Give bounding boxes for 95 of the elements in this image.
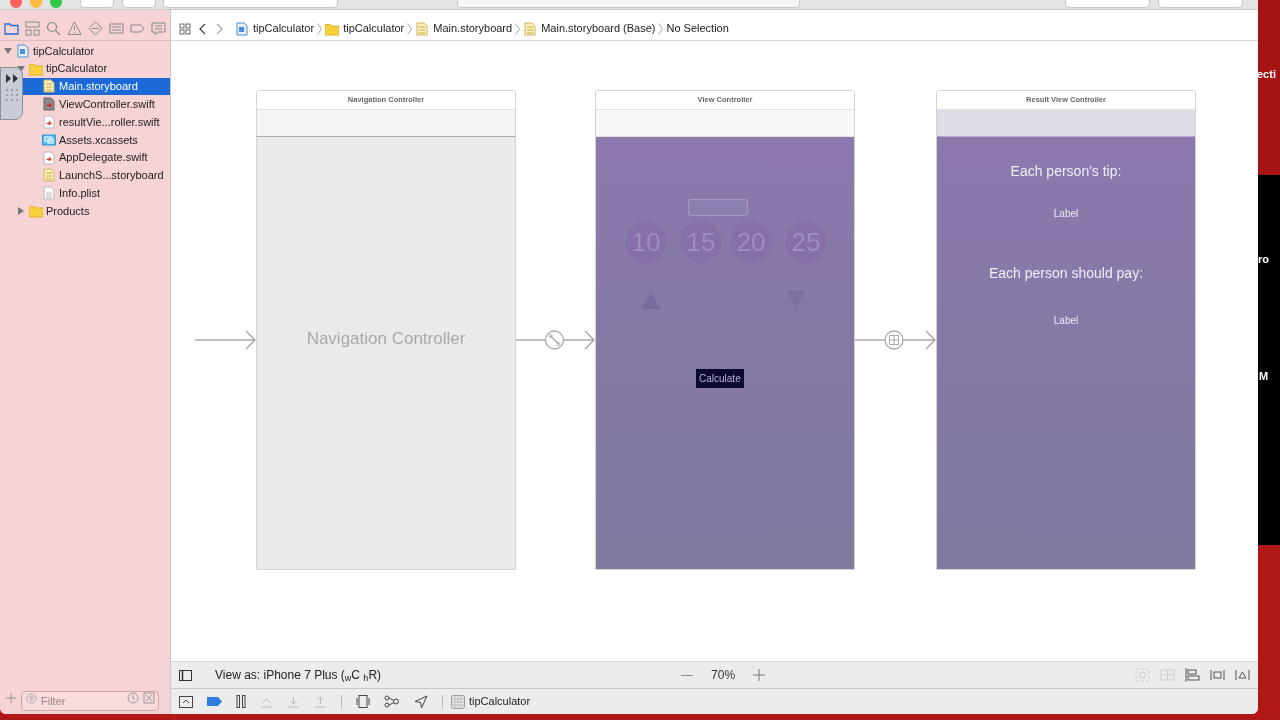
desktop-text: ro [1258,252,1270,267]
app-icon [451,694,465,709]
jump-bar-item[interactable]: Main.storyboard [415,20,513,37]
update-frames-icon[interactable] [1135,668,1150,682]
file-name: AppDelegate.swift [59,150,148,166]
filter-icon [26,692,37,704]
step-over-icon[interactable] [260,695,273,708]
value-label: Label [1053,314,1079,328]
entry-arrow[interactable] [195,329,256,351]
view-as-label[interactable]: View as: iPhone 7 Plus ($_{w}$C $_{h}$R) [215,666,382,684]
value-label: Label [1053,207,1079,221]
file-name: tipCalculator [33,43,95,59]
floating-tools-menu[interactable] [0,67,23,120]
zoom-in-icon[interactable] [753,669,766,681]
project-icon [16,43,30,58]
project-icon [235,21,249,36]
placeholder-text: Navigation Controller [306,328,466,351]
heading-label: Each person should pay: [988,264,1144,283]
resolve-icon[interactable] [1235,668,1250,682]
folder-tab-icon[interactable] [4,21,19,36]
heading-label: Each person's tip: [1010,162,1122,181]
file-name: LaunchS...storyboard [59,168,164,184]
file-tree-row[interactable]: tipCalculator [0,59,170,78]
test-tab-icon[interactable] [88,21,103,36]
file-tree-row[interactable]: AppDelegate.swift [0,148,170,167]
jump-bar-item[interactable]: Main.storyboard (Base) [523,20,656,37]
folder-icon [325,21,340,36]
folder-icon [29,61,43,76]
desktop-text: M [1259,368,1270,384]
related-items-icon[interactable] [179,22,191,35]
storyboard-file-icon [42,168,56,183]
file-name: Products [46,203,90,219]
chevron-icon [317,22,323,35]
breakpoint-icon[interactable] [207,697,222,706]
chevron-icon [407,22,413,35]
file-tree-row[interactable]: Info.plist [0,184,170,203]
pause-icon[interactable] [236,695,246,708]
breakpoint-tab-icon[interactable] [130,21,145,36]
pin-icon[interactable] [1210,668,1225,682]
align-icon[interactable] [1185,668,1200,682]
step-into-icon[interactable] [287,695,300,708]
debug-target-label[interactable]: tipCalculator [469,693,531,710]
swift-file-icon [42,150,56,165]
disclosure-triangle-icon[interactable] [17,207,25,216]
chevron-icon [658,22,664,35]
report-tab-icon[interactable] [151,21,166,36]
hide-debug-icon[interactable] [179,695,193,708]
outline-toggle-icon[interactable] [179,669,192,681]
file-tree-row[interactable]: ViewController.swift [0,95,170,114]
search-icon[interactable] [46,21,61,36]
file-name: resultVie...roller.swift [59,114,160,130]
debug-tab-icon[interactable] [109,21,124,36]
file-name: Assets.xcassets [59,132,138,148]
jump-bar-item[interactable]: tipCalculator [235,20,315,37]
location-icon[interactable] [414,694,428,709]
file-name: Info.plist [59,186,100,201]
swift-file-icon [42,115,56,130]
add-icon[interactable] [6,693,16,703]
clock-icon[interactable] [127,692,139,704]
file-tree-row[interactable]: resultVie...roller.swift [0,113,170,131]
forward-icon[interactable] [215,22,223,35]
file-tree-row[interactable]: LaunchS...storyboard [0,166,170,185]
storyboard-file-icon [415,21,430,36]
jump-bar-item[interactable]: No Selection [666,20,729,37]
input-field[interactable] [688,199,748,216]
file-name: Main.storyboard [59,79,138,95]
step-out-icon[interactable] [314,695,327,708]
file-tree-row[interactable]: Products [0,202,170,220]
view-debugger-icon[interactable] [356,695,370,708]
storyboard-file-icon [523,21,538,36]
zoom-level: 70% [711,667,736,684]
forward-icon [4,74,19,83]
swift-file-icon [42,97,56,112]
segue-arrow[interactable] [516,329,595,351]
memory-graph-icon[interactable] [384,695,400,708]
segue-arrow[interactable] [854,329,936,351]
filter-field[interactable]: Filter [21,691,159,711]
file-name: ViewController.swift [59,97,155,113]
jump-bar-item[interactable]: tipCalculator [325,20,405,37]
asset-catalog-icon [42,132,56,147]
back-icon[interactable] [199,22,207,35]
file-tree-row[interactable]: Assets.xcassets [0,131,170,149]
calculate-button[interactable]: Calculate [696,369,744,388]
desktop-text: ecti [1258,67,1276,82]
disclosure-triangle-icon[interactable] [4,46,12,55]
plist-file-icon [42,186,56,201]
stack-icon[interactable] [1160,668,1175,682]
scope-icon[interactable] [143,692,155,704]
folder-icon [29,204,43,219]
storyboard-file-icon [42,79,56,94]
file-tree-row[interactable]: tipCalculator [0,42,170,60]
hierarchy-tab-icon[interactable] [25,21,40,36]
file-name: tipCalculator [46,61,108,77]
chevron-icon [515,22,521,35]
warning-tab-icon[interactable] [67,21,82,36]
